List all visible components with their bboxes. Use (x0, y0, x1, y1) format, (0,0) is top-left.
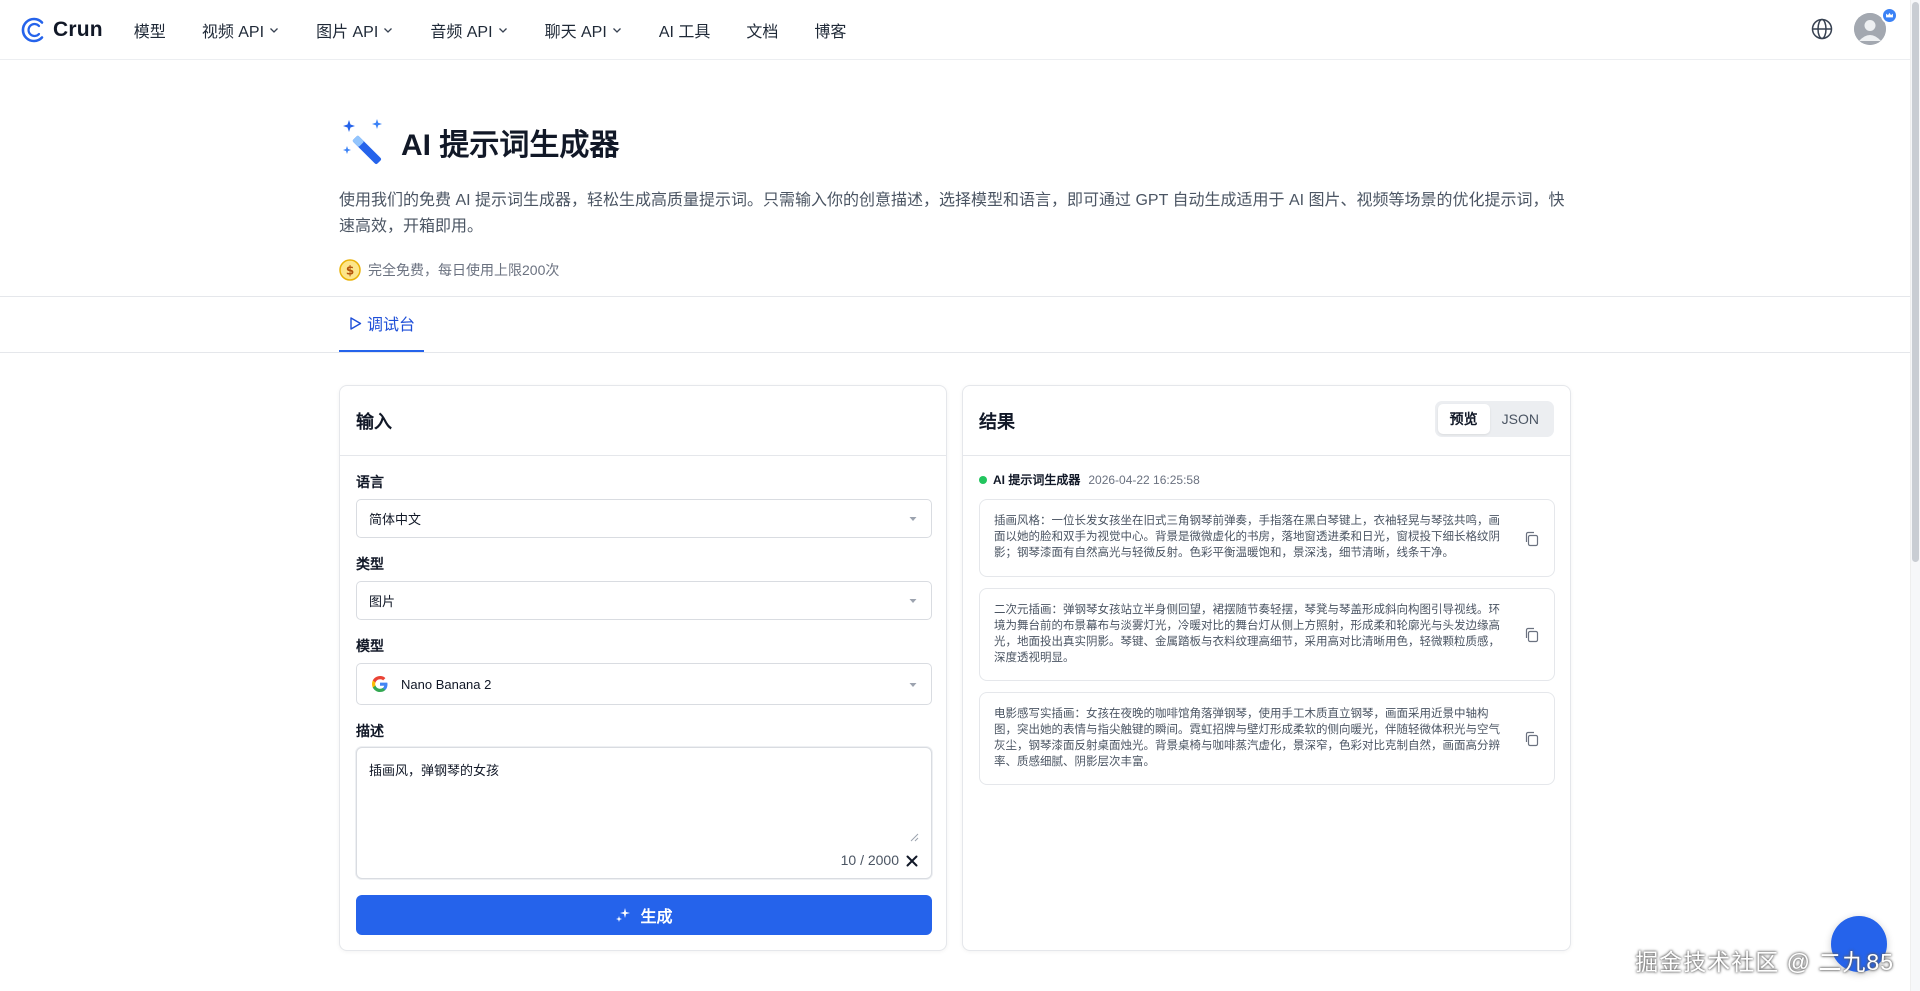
nav-item-docs[interactable]: 文档 (746, 18, 778, 42)
result-text: 二次元插画：弹钢琴女孩站立半身侧回望，裙摆随节奏轻摆，琴凳与琴盖形成斜向构图引导… (994, 604, 1500, 664)
nav-item-video-api[interactable]: 视频 API (202, 18, 280, 42)
caret-down-icon (909, 517, 917, 521)
result-text: 电影感写实插画：女孩在夜晚的咖啡馆角落弹钢琴，使用手工木质直立钢琴，画面采用近景… (994, 708, 1500, 768)
nav-item-models[interactable]: 模型 (134, 18, 166, 42)
main-nav: 模型 视频 API 图片 API 音频 API 聊天 API AI 工具 文档 … (134, 18, 883, 42)
description-label: 描述 (356, 723, 384, 739)
model-select-value: Nano Banana 2 (401, 676, 492, 692)
page-description: 使用我们的免费 AI 提示词生成器，轻松生成高质量提示词。只需输入你的创意描述，… (339, 192, 1565, 235)
chevron-down-icon (270, 27, 279, 33)
nav-item-label: 图片 API (316, 23, 379, 41)
result-panel: 结果 预览 JSON AI 提示词生成器 2026-04-22 16:25:58… (962, 385, 1571, 951)
magic-wand-icon (343, 119, 382, 165)
chevron-down-icon (384, 27, 393, 33)
type-label: 类型 (356, 556, 384, 572)
chevron-down-icon (498, 27, 507, 33)
page-title: AI 提示词生成器 (401, 129, 620, 162)
model-label: 模型 (356, 638, 384, 654)
nav-item-ai-tools[interactable]: AI 工具 (659, 18, 711, 42)
sparkles-icon (616, 907, 631, 922)
status-dot (979, 475, 987, 484)
result-card: 电影感写实插画：女孩在夜晚的咖啡馆角落弹钢琴，使用手工木质直立钢琴，画面采用近景… (979, 692, 1555, 785)
language-select[interactable]: 简体中文 (356, 499, 932, 538)
language-select-value: 简体中文 (369, 512, 422, 527)
crown-badge-icon (1881, 7, 1898, 24)
result-meta: AI 提示词生成器 2026-04-22 16:25:58 (979, 471, 1200, 488)
nav-item-label: 模型 (133, 23, 166, 41)
usage-limit-note: 完全免费，每日使用上限200次 (368, 262, 560, 278)
result-source: AI 提示词生成器 (993, 473, 1081, 487)
brand-logo-link[interactable]: Crun (20, 16, 103, 44)
nav-item-label: 博客 (814, 23, 847, 41)
play-icon (350, 316, 362, 330)
chevron-down-icon (612, 27, 621, 33)
caret-down-icon (909, 599, 917, 603)
copy-icon[interactable] (1524, 627, 1540, 643)
nav-item-label: AI 工具 (658, 23, 711, 41)
tabs-divider (0, 352, 1910, 353)
tab-label: 调试台 (367, 317, 416, 334)
generate-button[interactable]: 生成 (356, 895, 932, 935)
nav-item-label: 音频 API (430, 23, 493, 41)
user-avatar-button[interactable] (1854, 7, 1898, 45)
nav-item-audio-api[interactable]: 音频 API (430, 18, 508, 42)
globe-icon[interactable] (1810, 17, 1834, 41)
generate-button-label: 生成 (640, 909, 673, 926)
nav-item-label: 文档 (746, 23, 779, 41)
nav-item-chat-api[interactable]: 聊天 API (545, 18, 623, 42)
type-select-value: 图片 (369, 594, 396, 609)
description-textarea[interactable]: 插画风，弹钢琴的女孩 10 / 2000 (356, 747, 932, 879)
view-preview-button[interactable]: 预览 (1437, 404, 1490, 434)
page-scrollbar[interactable] (1910, 0, 1920, 991)
input-panel: 输入 语言 简体中文 类型 图片 模型 Nano Banana 2 描述 插画风… (339, 385, 947, 951)
crun-logo-icon (21, 17, 44, 42)
close-icon[interactable] (905, 854, 919, 868)
copy-icon[interactable] (1524, 531, 1540, 547)
model-select[interactable]: Nano Banana 2 (356, 663, 932, 705)
scrollbar-thumb[interactable] (1912, 2, 1919, 562)
tab-playground[interactable]: 调试台 (339, 296, 425, 352)
caret-down-icon (909, 683, 917, 687)
hero-section: AI 提示词生成器 使用我们的免费 AI 提示词生成器，轻松生成高质量提示词。只… (339, 116, 1569, 281)
view-toggle: 预览 JSON (1434, 401, 1554, 437)
result-timestamp: 2026-04-22 16:25:58 (1088, 472, 1200, 487)
watermark-text: 掘金技术社区 @ 二九85 (1635, 949, 1894, 975)
input-panel-title: 输入 (356, 411, 392, 432)
coin-icon: $ (339, 259, 361, 281)
language-label: 语言 (356, 474, 384, 490)
tab-bar: 调试台 (339, 296, 425, 352)
section-divider (0, 296, 1910, 297)
nav-item-image-api[interactable]: 图片 API (316, 18, 394, 42)
copy-icon[interactable] (1524, 731, 1540, 747)
view-json-button[interactable]: JSON (1490, 404, 1551, 434)
nav-item-label: 聊天 API (544, 23, 607, 41)
svg-text:$: $ (346, 264, 354, 278)
type-select[interactable]: 图片 (356, 581, 932, 620)
nav-item-label: 视频 API (201, 23, 265, 41)
resize-grip-icon[interactable] (909, 832, 919, 842)
char-count: 10 / 2000 (840, 852, 899, 868)
result-card: 二次元插画：弹钢琴女孩站立半身侧回望，裙摆随节奏轻摆，琴凳与琴盖形成斜向构图引导… (979, 588, 1555, 681)
google-logo-icon (372, 676, 388, 692)
top-navbar: Crun 模型 视频 API 图片 API 音频 API 聊天 API AI 工… (0, 0, 1920, 60)
description-text: 插画风，弹钢琴的女孩 (369, 763, 500, 778)
result-card: 插画风格：一位长发女孩坐在旧式三角钢琴前弹奏，手指落在黑白琴键上，衣袖轻晃与琴弦… (979, 499, 1555, 577)
nav-item-blog[interactable]: 博客 (814, 18, 846, 42)
result-text: 插画风格：一位长发女孩坐在旧式三角钢琴前弹奏，手指落在黑白琴键上，衣袖轻晃与琴弦… (994, 515, 1500, 559)
brand-name: Crun (53, 17, 103, 41)
result-panel-title: 结果 (979, 411, 1015, 432)
